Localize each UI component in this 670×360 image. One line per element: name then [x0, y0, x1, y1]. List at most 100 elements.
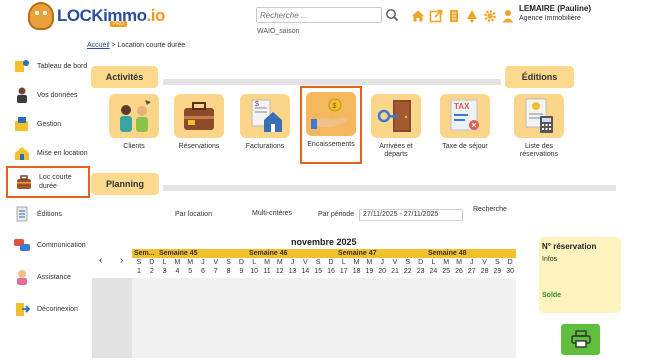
reservation-infos-label: Infos: [542, 256, 558, 263]
sidebar-item-assistance[interactable]: Assistance: [6, 261, 90, 293]
day-letter: S: [226, 259, 231, 266]
sidebar-item-gestion[interactable]: Gestion: [6, 108, 90, 140]
day-number[interactable]: 6: [197, 268, 209, 275]
day-letter: L: [431, 259, 436, 266]
day-letter: J: [470, 259, 474, 266]
day-number[interactable]: 14: [299, 268, 311, 275]
activity-clients[interactable]: Clients: [107, 94, 161, 154]
day-number[interactable]: 27: [466, 268, 478, 275]
sidebar-item-deconnexion[interactable]: Déconnexion: [6, 293, 90, 325]
filter-par-periode[interactable]: Par période: [318, 211, 354, 218]
sidebar-item-communication[interactable]: Communication: [6, 229, 90, 261]
day-number[interactable]: 24: [427, 268, 439, 275]
day-number[interactable]: 9: [235, 268, 247, 275]
calendar-next-button[interactable]: ›: [120, 255, 123, 266]
day-number[interactable]: 11: [261, 268, 273, 275]
sidebar-item-label: Éditions: [37, 210, 62, 218]
section-editions[interactable]: Éditions: [505, 66, 574, 88]
user-icon[interactable]: [500, 8, 515, 23]
day-number[interactable]: 15: [312, 268, 324, 275]
filter-par-location[interactable]: Par location: [175, 211, 212, 218]
day-number[interactable]: 8: [223, 268, 235, 275]
day-number[interactable]: 18: [351, 268, 363, 275]
day-number[interactable]: 30: [504, 268, 516, 275]
external-link-icon[interactable]: [428, 8, 443, 23]
sidebar-item-editions[interactable]: Éditions: [6, 198, 90, 230]
section-activites[interactable]: Activités: [91, 66, 158, 88]
day-number[interactable]: 4: [171, 268, 183, 275]
day-letter: M: [264, 259, 270, 266]
day-number[interactable]: 17: [338, 268, 350, 275]
day-letter: L: [252, 259, 257, 266]
activity-facturations[interactable]: $ Facturations: [238, 94, 292, 154]
week-label: Semaine 45: [159, 250, 198, 257]
sidebar-item-vos-donnees[interactable]: Vos données: [6, 79, 90, 111]
printer-icon: [570, 329, 591, 350]
calendar-month: novembre 2025: [291, 237, 357, 247]
edition-icon: [12, 204, 32, 224]
day-letter: D: [238, 259, 244, 266]
user-name: LEMAIRE (Pauline): [519, 4, 592, 13]
bell-icon[interactable]: [464, 8, 479, 23]
calendar-prev-button[interactable]: ‹: [99, 255, 102, 266]
activity-label: Liste des réservations: [519, 143, 559, 158]
search-icon[interactable]: [385, 8, 399, 22]
day-letter: V: [392, 259, 398, 266]
rental-icon: [12, 143, 32, 163]
sidebar-item-tableau-de-bord[interactable]: Tableau de bord: [6, 50, 90, 82]
day-number[interactable]: 19: [363, 268, 375, 275]
activity-liste-reservations[interactable]: Liste des réservations: [512, 94, 566, 158]
day-number[interactable]: 22: [402, 268, 414, 275]
app-logo[interactable]: LOCKimmo.io PRO: [28, 2, 165, 30]
sidebar-item-loc-courte-duree[interactable]: Loc courte durée: [6, 166, 90, 198]
search-input[interactable]: [256, 7, 382, 23]
svg-text:TAX: TAX: [454, 102, 470, 111]
day-letter: M: [366, 259, 373, 266]
day-number[interactable]: 5: [184, 268, 196, 275]
reservation-number-label: N° réservation: [542, 242, 597, 251]
list-icon: [514, 94, 564, 138]
activity-encaissements[interactable]: $ Encaissements: [300, 86, 362, 164]
sidebar-item-label: Tableau de bord: [37, 62, 88, 70]
user-agency: Agence Immobilière: [519, 15, 581, 22]
filter-multi-criteres[interactable]: Multi-critères: [252, 210, 292, 217]
day-number[interactable]: 12: [274, 268, 286, 275]
home-icon[interactable]: [410, 8, 425, 23]
day-number[interactable]: 7: [210, 268, 222, 275]
activity-reservations[interactable]: Réservations: [172, 94, 226, 154]
activity-label: Arrivées et départs: [379, 143, 413, 158]
day-number[interactable]: 16: [325, 268, 337, 275]
section-planning[interactable]: Planning: [91, 173, 159, 195]
sidebar-item-label: Gestion: [37, 120, 62, 128]
day-number[interactable]: 13: [287, 268, 299, 275]
user-block[interactable]: LEMAIRE (Pauline) Agence Immobilière: [519, 4, 591, 22]
day-letter: L: [341, 259, 346, 266]
day-number[interactable]: 29: [491, 268, 503, 275]
day-number[interactable]: 28: [479, 268, 491, 275]
person-icon: [12, 85, 32, 105]
day-number[interactable]: 25: [440, 268, 452, 275]
day-number[interactable]: 10: [248, 268, 260, 275]
date-range-field[interactable]: 27/11/2025 - 27/11/2025: [359, 209, 463, 221]
print-button[interactable]: [561, 324, 600, 355]
day-number[interactable]: 3: [159, 268, 171, 275]
day-letter: M: [456, 259, 462, 266]
recherche-button[interactable]: Recherche: [473, 206, 507, 213]
day-letter: V: [213, 259, 219, 266]
sidebar-item-mise-en-location[interactable]: Mise en location: [6, 137, 90, 169]
day-number[interactable]: 2: [146, 268, 158, 275]
reservation-panel: N° réservation Infos Solde: [539, 237, 621, 313]
day-number[interactable]: 21: [389, 268, 401, 275]
documents-icon[interactable]: [446, 8, 461, 23]
sidebar-item-label: Déconnexion: [37, 305, 78, 313]
day-number[interactable]: 23: [415, 268, 427, 275]
day-number[interactable]: 20: [376, 268, 388, 275]
day-number[interactable]: 26: [453, 268, 465, 275]
day-number[interactable]: 1: [133, 268, 145, 275]
breadcrumb-home-link[interactable]: Accueil: [87, 42, 110, 49]
gear-icon[interactable]: [482, 8, 497, 23]
activity-taxe-de-sejour[interactable]: TAX Taxe de séjour: [438, 94, 492, 154]
activity-arrivees-departs[interactable]: Arrivées et départs: [369, 94, 423, 158]
calendar-body[interactable]: [132, 278, 516, 358]
owl-logo-icon: [28, 2, 54, 30]
